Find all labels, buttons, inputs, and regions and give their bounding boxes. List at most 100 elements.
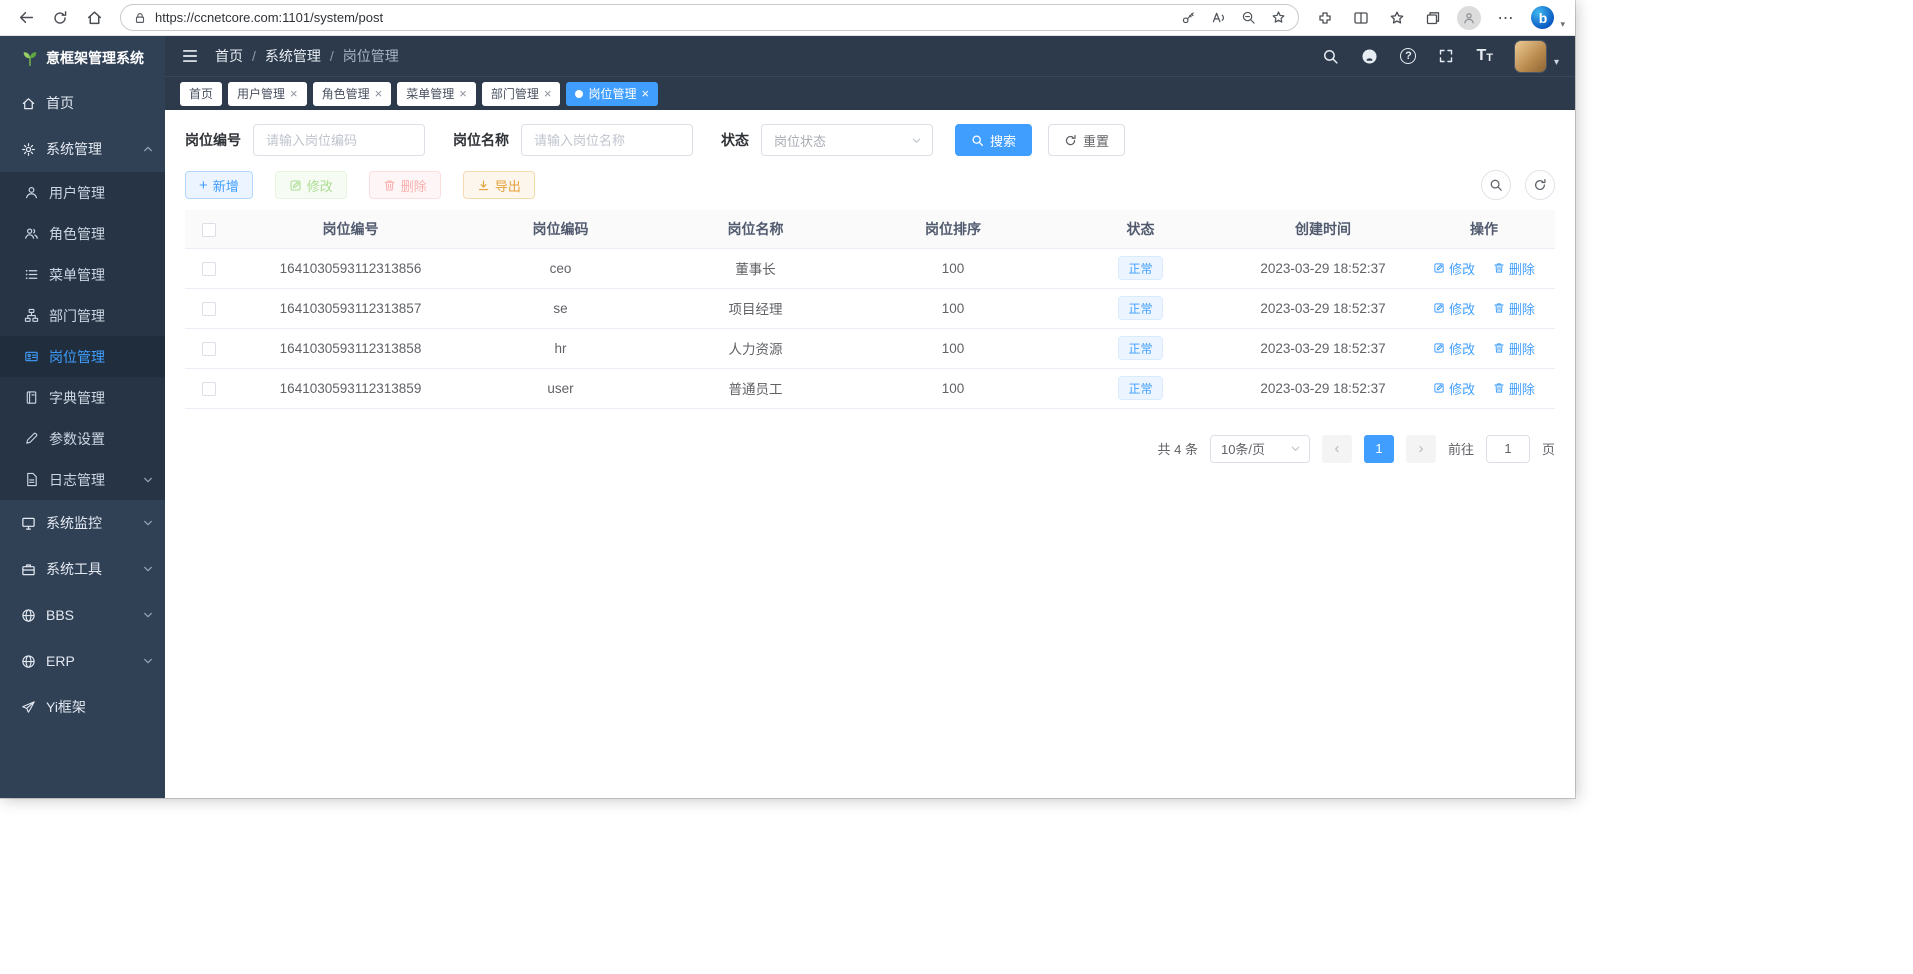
page-size-select[interactable]: 10条/页 (1210, 435, 1310, 463)
help-icon[interactable]: ? (1400, 48, 1416, 64)
collections-icon[interactable] (1417, 3, 1449, 33)
add-button[interactable]: + 新增 (185, 171, 253, 199)
back-button[interactable] (10, 3, 42, 33)
sidebar-item-bbs[interactable]: BBS (0, 592, 165, 638)
show-search-toggle-button[interactable] (1481, 170, 1511, 200)
tab-post-management[interactable]: 岗位管理 × (566, 82, 658, 106)
avatar-dropdown-caret-icon[interactable]: ▾ (1554, 57, 1559, 68)
sidebar-item-menu-management[interactable]: 菜单管理 (0, 254, 165, 295)
split-screen-icon[interactable] (1345, 3, 1377, 33)
goto-page-input[interactable] (1486, 435, 1530, 463)
post-code-input[interactable] (253, 124, 425, 156)
delete-link[interactable]: 删除 (1493, 379, 1535, 398)
github-icon[interactable] (1361, 48, 1378, 65)
zoom-icon[interactable] (1241, 10, 1256, 25)
sidebar-item-post-management[interactable]: 岗位管理 (0, 336, 165, 377)
sidebar-item-system-tools[interactable]: 系统工具 (0, 546, 165, 592)
refresh-icon (1064, 134, 1077, 147)
sidebar-item-system-monitoring[interactable]: 系统监控 (0, 500, 165, 546)
edit-link[interactable]: 修改 (1433, 339, 1475, 358)
edit-link[interactable]: 修改 (1433, 379, 1475, 398)
page-number-1[interactable]: 1 (1364, 435, 1394, 463)
browser-profile-avatar[interactable] (1457, 6, 1481, 30)
tab-department-management[interactable]: 部门管理 × (482, 82, 561, 106)
sidebar-item-label: 首页 (46, 93, 74, 113)
post-name-input[interactable] (521, 124, 693, 156)
search-icon[interactable] (1322, 48, 1339, 65)
edit-link-label: 修改 (1449, 339, 1475, 358)
reset-button-label: 重置 (1083, 131, 1109, 150)
edit-icon (1433, 342, 1445, 354)
edit-icon (1433, 262, 1445, 274)
cell-created-time: 2023-03-29 18:52:37 (1233, 368, 1413, 408)
tab-close-icon[interactable]: × (459, 87, 467, 100)
cell-post-id: 1641030593112313857 (233, 288, 468, 328)
select-all-checkbox[interactable] (202, 223, 216, 237)
sidebar-item-label: 岗位管理 (49, 347, 105, 367)
tab-role-management[interactable]: 角色管理 × (313, 82, 392, 106)
bing-menu-caret-icon[interactable]: ▾ (1560, 19, 1565, 30)
delete-link[interactable]: 删除 (1493, 259, 1535, 278)
url-bar[interactable]: https://ccnetcore.com:1101/system/post (120, 4, 1299, 31)
row-checkbox[interactable] (202, 342, 216, 356)
password-key-icon[interactable] (1181, 10, 1196, 25)
url-text[interactable]: https://ccnetcore.com:1101/system/post (155, 10, 383, 25)
sidebar-item-role-management[interactable]: 角色管理 (0, 213, 165, 254)
favorites-bar-icon[interactable] (1381, 3, 1413, 33)
refresh-table-button[interactable] (1525, 170, 1555, 200)
column-header-post-name: 岗位名称 (653, 210, 858, 248)
sidebar-item-dictionary-management[interactable]: 字典管理 (0, 377, 165, 418)
prev-page-button[interactable]: ‹ (1322, 435, 1352, 463)
bing-icon[interactable]: b (1531, 6, 1554, 29)
row-checkbox[interactable] (202, 302, 216, 316)
next-page-button[interactable]: › (1406, 435, 1436, 463)
more-menu-icon[interactable]: ⋯ (1489, 3, 1521, 33)
tab-close-icon[interactable]: × (544, 87, 552, 100)
delete-button[interactable]: 删除 (369, 171, 441, 199)
add-button-label: 新增 (213, 176, 239, 195)
breadcrumb-system[interactable]: 系统管理 (265, 46, 321, 66)
edit-link[interactable]: 修改 (1433, 299, 1475, 318)
tab-user-management[interactable]: 用户管理 × (228, 82, 307, 106)
edit-link[interactable]: 修改 (1433, 259, 1475, 278)
reset-button[interactable]: 重置 (1048, 124, 1125, 156)
sidebar-item-department-management[interactable]: 部门管理 (0, 295, 165, 336)
home-icon (86, 9, 103, 26)
refresh-button[interactable] (44, 3, 76, 33)
status-tag: 正常 (1118, 376, 1162, 400)
edit-button[interactable]: 修改 (275, 171, 347, 199)
search-icon (971, 134, 984, 147)
sidebar-item-parameter-settings[interactable]: 参数设置 (0, 418, 165, 459)
active-tab-dot (575, 90, 583, 98)
row-checkbox[interactable] (202, 262, 216, 276)
tab-close-icon[interactable]: × (375, 87, 383, 100)
tab-menu-management[interactable]: 菜单管理 × (397, 82, 476, 106)
sidebar-item-system-management[interactable]: 系统管理 (0, 126, 165, 172)
sidebar-item-home[interactable]: 首页 (0, 80, 165, 126)
sidebar-item-log-management[interactable]: 日志管理 (0, 459, 165, 500)
extensions-icon[interactable] (1309, 3, 1341, 33)
hamburger-icon[interactable] (181, 47, 199, 65)
breadcrumb-home[interactable]: 首页 (215, 46, 243, 66)
tab-close-icon[interactable]: × (290, 87, 298, 100)
delete-link[interactable]: 删除 (1493, 299, 1535, 318)
search-button[interactable]: 搜索 (955, 124, 1032, 156)
cell-post-id: 1641030593112313858 (233, 328, 468, 368)
row-checkbox[interactable] (202, 382, 216, 396)
font-size-small: T (1486, 53, 1493, 64)
font-size-icon[interactable]: TT (1476, 48, 1493, 64)
read-aloud-icon[interactable] (1211, 10, 1226, 25)
sidebar-item-erp[interactable]: ERP (0, 638, 165, 684)
status-tag: 正常 (1118, 256, 1162, 280)
sidebar-item-user-management[interactable]: 用户管理 (0, 172, 165, 213)
user-avatar[interactable] (1515, 41, 1546, 72)
delete-link[interactable]: 删除 (1493, 339, 1535, 358)
tab-home[interactable]: 首页 (180, 82, 222, 106)
favorites-star-icon[interactable] (1271, 10, 1286, 25)
fullscreen-icon[interactable] (1438, 48, 1454, 64)
tab-close-icon[interactable]: × (641, 87, 649, 100)
home-button[interactable] (78, 3, 110, 33)
sidebar-item-yi-framework[interactable]: Yi框架 (0, 684, 165, 730)
export-button[interactable]: 导出 (463, 171, 535, 199)
status-select[interactable]: 岗位状态 (761, 124, 933, 156)
